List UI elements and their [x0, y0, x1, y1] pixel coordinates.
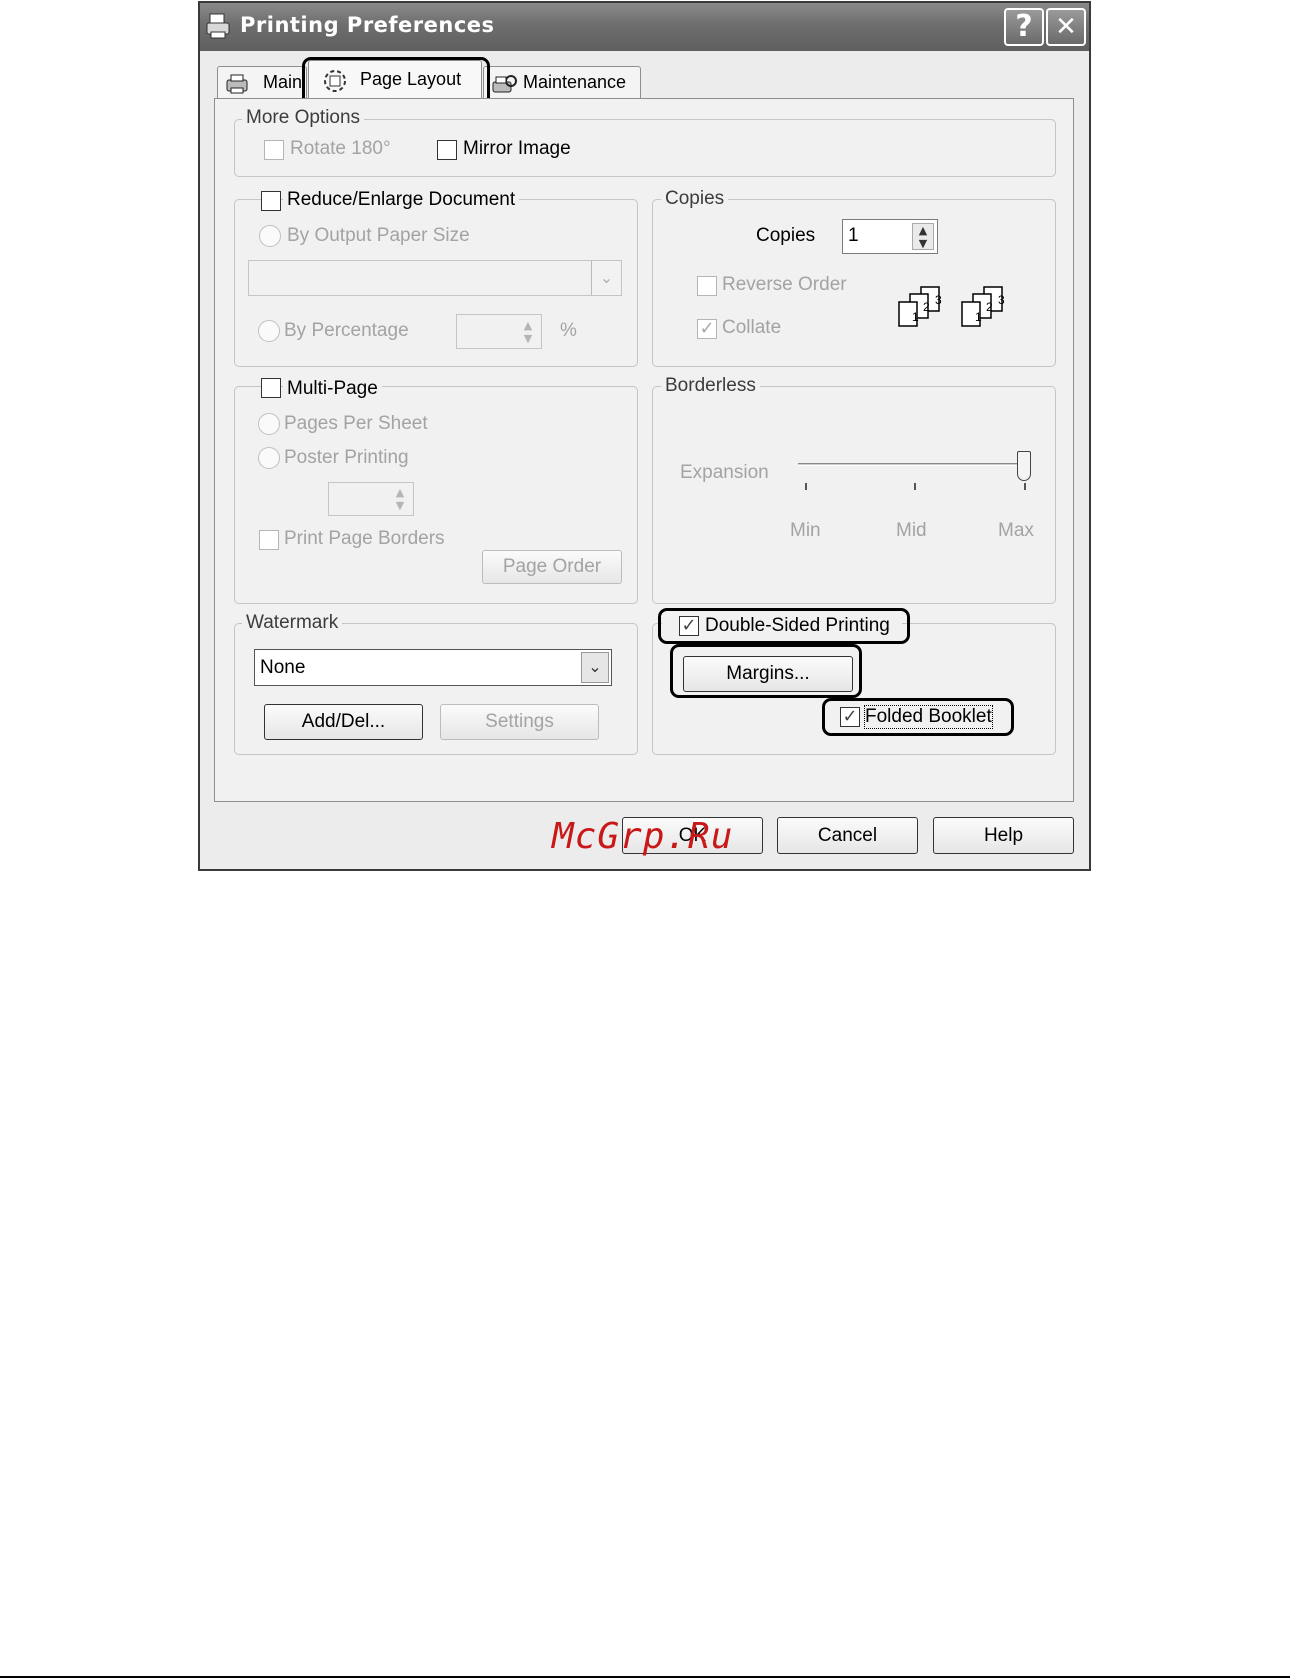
- mirror-image-checkbox[interactable]: [437, 140, 457, 160]
- multi-page-label: Multi-Page: [283, 378, 382, 400]
- by-percentage-label: By Percentage: [284, 320, 409, 341]
- tick-mid: [914, 483, 916, 490]
- expansion-slider-track[interactable]: [798, 463, 1028, 466]
- chevron-down-icon[interactable]: ⌄: [581, 652, 609, 683]
- tick-label-mid: Mid: [896, 520, 927, 541]
- reverse-order-label: Reverse Order: [722, 274, 847, 295]
- print-page-borders-label: Print Page Borders: [284, 528, 445, 549]
- chevron-down-icon[interactable]: ⌄: [591, 261, 621, 295]
- page-divider: [0, 1676, 1290, 1678]
- tab-main[interactable]: Main: [217, 66, 307, 98]
- tick-label-max: Max: [998, 520, 1034, 541]
- question-icon: ?: [1015, 9, 1033, 44]
- page-digit-1: 1: [975, 310, 982, 324]
- collate-pages-icon: 3 2 1: [961, 286, 1005, 327]
- site-watermark: McGrp.Ru: [552, 816, 734, 857]
- copies-group-label: Copies: [661, 188, 729, 210]
- close-icon: ✕: [1055, 12, 1077, 42]
- tick-min: [805, 483, 807, 490]
- printer-icon: [206, 13, 230, 39]
- watermark-select[interactable]: None ⌄: [254, 649, 612, 686]
- double-sided-callout-outline: [658, 608, 910, 644]
- rotate-label: Rotate 180°: [290, 138, 391, 159]
- collate-checkbox[interactable]: ✓: [697, 319, 717, 339]
- rotate-checkbox[interactable]: [264, 140, 284, 160]
- maintenance-icon: [492, 75, 517, 93]
- tick-max: [1024, 483, 1026, 490]
- multi-page-checkbox[interactable]: [261, 378, 281, 398]
- copies-label: Copies: [756, 225, 816, 246]
- pages-per-sheet-label: Pages Per Sheet: [284, 413, 428, 434]
- printer-icon: [226, 74, 248, 94]
- spin-arrows-icon[interactable]: ▲ ▼: [912, 223, 934, 250]
- add-del-button[interactable]: Add/Del...: [264, 704, 423, 740]
- help-button[interactable]: Help: [933, 817, 1074, 854]
- expansion-slider-thumb[interactable]: [1017, 451, 1031, 481]
- margins-callout-outline: [670, 644, 862, 698]
- cancel-button[interactable]: Cancel: [777, 817, 918, 854]
- copies-stepper[interactable]: 1 ▲ ▼: [842, 219, 938, 254]
- spin-arrows-icon[interactable]: ▲ ▼: [390, 486, 410, 512]
- collate-pages-icon: 3 2 1: [898, 286, 942, 327]
- borderless-label: Borderless: [661, 375, 760, 397]
- page-order-button[interactable]: Page Order: [482, 550, 622, 584]
- watermark-label: Watermark: [242, 612, 343, 634]
- page-digit-1: 1: [912, 310, 919, 324]
- watermark-settings-button[interactable]: Settings: [440, 704, 599, 740]
- paper-size-select[interactable]: ⌄: [248, 260, 622, 296]
- folded-booklet-callout-outline: [822, 698, 1014, 736]
- copies-value: 1: [848, 225, 859, 246]
- mirror-image-label: Mirror Image: [463, 138, 571, 159]
- percentage-stepper[interactable]: ▲ ▼: [456, 314, 542, 349]
- tick-label-min: Min: [790, 520, 821, 541]
- page-digit-3: 3: [935, 293, 942, 307]
- poster-stepper[interactable]: ▲ ▼: [328, 482, 414, 516]
- page-digit-2: 2: [986, 300, 993, 314]
- poster-printing-label: Poster Printing: [284, 447, 409, 468]
- pages-per-sheet-radio[interactable]: [258, 413, 280, 435]
- reduce-enlarge-label: Reduce/Enlarge Document: [283, 189, 520, 211]
- expansion-label: Expansion: [680, 462, 769, 483]
- tab-label: Maintenance: [523, 72, 627, 92]
- close-button[interactable]: ✕: [1046, 8, 1086, 46]
- checkmark-icon: ✓: [699, 318, 715, 339]
- borderless-group: [652, 386, 1056, 604]
- tab-maintenance[interactable]: Maintenance: [483, 66, 641, 98]
- reverse-order-checkbox[interactable]: [697, 276, 717, 296]
- by-output-label: By Output Paper Size: [287, 225, 470, 246]
- print-page-borders-checkbox[interactable]: [259, 530, 279, 550]
- more-options-label: More Options: [242, 107, 365, 129]
- percent-unit: %: [560, 320, 577, 341]
- poster-printing-radio[interactable]: [258, 447, 280, 469]
- page-digit-2: 2: [923, 300, 930, 314]
- window-title: Printing Preferences: [240, 13, 495, 37]
- by-output-radio[interactable]: [259, 225, 281, 247]
- page-digit-3: 3: [998, 293, 1005, 307]
- help-title-button[interactable]: ?: [1004, 8, 1044, 46]
- by-percentage-radio[interactable]: [258, 320, 280, 342]
- watermark-value: None: [260, 657, 306, 678]
- spin-arrows-icon[interactable]: ▲ ▼: [518, 319, 538, 345]
- tab-label: Main: [263, 72, 303, 92]
- collate-label: Collate: [722, 317, 782, 338]
- reduce-enlarge-checkbox[interactable]: [261, 191, 281, 211]
